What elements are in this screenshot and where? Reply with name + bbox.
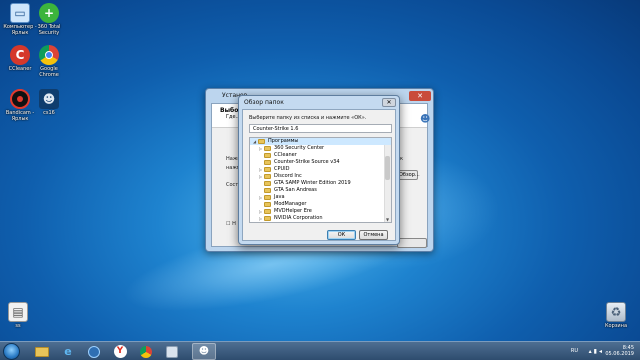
folder-icon: [264, 188, 271, 193]
tree-item[interactable]: Counter-Strike Source v34: [250, 159, 391, 166]
tree-item[interactable]: ▷ 360 Security Center: [250, 145, 391, 152]
tree-item-label: Counter-Strike Source v34: [274, 159, 340, 165]
folder-icon: [264, 209, 271, 214]
file-icon: ▤: [8, 302, 28, 322]
folder-icon: [264, 153, 271, 158]
tree-item[interactable]: ▷ NVIDIA Corporation: [250, 215, 391, 222]
installer-next-button[interactable]: [397, 238, 427, 248]
tree-item-label: CPUID: [274, 166, 290, 172]
dialog-prompt: Выберите папку из списка и нажмите «ОК».: [249, 115, 367, 121]
dialog-title: Обзор папок: [244, 99, 284, 106]
desktop-icon-360[interactable]: + 360 Total Security: [31, 3, 67, 36]
dialog-body: Выберите папку из списка и нажмите «ОК».…: [242, 109, 396, 241]
tree-item[interactable]: ▷ Java: [250, 194, 391, 201]
tree-item[interactable]: OBS Studio: [250, 222, 391, 223]
folder-icon: [264, 181, 271, 186]
tree-item-label: GTA San Andreas: [274, 187, 317, 193]
tree-item[interactable]: GTA SAMP Winter Edition 2019: [250, 180, 391, 187]
cs-logo-icon: ☻: [420, 114, 431, 125]
tree-item-label: OBS Studio: [274, 222, 302, 223]
tree-item[interactable]: ▷ CPUID: [250, 166, 391, 173]
taskbar-folder-icon[interactable]: [160, 343, 184, 360]
cs16-icon: ☻: [39, 89, 59, 109]
taskbar: e Y ☻ RU ▴▮◂ 8:45 05.06.2019: [0, 341, 640, 360]
360-security-icon: +: [39, 3, 59, 23]
tree-item[interactable]: ModManager: [250, 201, 391, 208]
folder-icon: [264, 216, 271, 221]
chrome-icon: [39, 45, 59, 65]
tree-item-label: CCleaner: [274, 152, 297, 158]
tree-item[interactable]: ▷ Discord Inc: [250, 173, 391, 180]
installer-checkbox[interactable]: ☐ Н: [226, 221, 236, 227]
desktop-icon-chrome[interactable]: Google Chrome: [31, 45, 67, 78]
taskbar-yandex-icon[interactable]: Y: [108, 343, 132, 360]
tree-item-label: Программы: [268, 138, 299, 144]
taskbar-chrome-icon[interactable]: [134, 343, 158, 360]
language-indicator[interactable]: RU: [571, 348, 578, 354]
installer-close-button[interactable]: ✕: [409, 91, 431, 101]
folder-icon: [264, 195, 271, 200]
tray-icons[interactable]: ▴▮◂: [589, 348, 604, 355]
tree-expand-icon[interactable]: ◢: [252, 138, 257, 145]
tree-item-label: 360 Security Center: [274, 145, 325, 151]
installer-browse-button[interactable]: Обзор...: [398, 170, 420, 180]
folder-icon: [264, 174, 271, 179]
tree-item[interactable]: CCleaner: [250, 152, 391, 159]
desktop-icon-recycle-bin[interactable]: ♻ Корзина: [598, 302, 634, 329]
folder-icon: [258, 139, 265, 144]
computer-icon: ▭: [10, 3, 30, 23]
tree-item[interactable]: GTA San Andreas: [250, 187, 391, 194]
tree-item-label: Java: [274, 194, 285, 200]
taskbar-cs16-icon[interactable]: ☻: [192, 343, 216, 360]
tree-expand-icon[interactable]: ▷: [258, 173, 263, 180]
tree-item-label: NVIDIA Corporation: [274, 215, 323, 221]
bandicam-icon: [10, 89, 30, 109]
installer-text-3: Сост: [226, 182, 239, 188]
tree-expand-icon[interactable]: ▷: [258, 166, 263, 173]
clock[interactable]: 8:45 05.06.2019: [605, 345, 634, 357]
folder-icon: [264, 160, 271, 165]
taskbar-explorer-icon[interactable]: [30, 343, 54, 360]
tree-expand-icon[interactable]: ▷: [258, 215, 263, 222]
installer-text-4: к: [400, 156, 404, 162]
start-button[interactable]: [3, 343, 20, 360]
folder-icon: [264, 146, 271, 151]
tree-item[interactable]: ▷ MVDHelper Ere: [250, 208, 391, 215]
desktop-icon-ss[interactable]: ▤ ss: [0, 302, 36, 329]
tree-item-label: MVDHelper Ere: [274, 208, 312, 214]
browse-folder-dialog[interactable]: Обзор папок ✕ Выберите папку из списка и…: [238, 95, 400, 245]
tree-item[interactable]: ◢ Программы: [250, 138, 391, 145]
tree-item-label: ModManager: [274, 201, 307, 207]
folder-icon: [264, 167, 271, 172]
tree-expand-icon[interactable]: ▷: [258, 194, 263, 201]
taskbar-media-icon[interactable]: [82, 343, 106, 360]
taskbar-ie-icon[interactable]: e: [56, 343, 80, 360]
tree-expand-icon[interactable]: ▷: [258, 145, 263, 152]
dialog-close-button[interactable]: ✕: [382, 98, 396, 107]
folder-path-field[interactable]: Counter-Strike 1.6: [249, 124, 392, 133]
cancel-button[interactable]: Отмена: [359, 230, 388, 240]
ok-button[interactable]: ОК: [327, 230, 356, 240]
tree-expand-icon[interactable]: ▷: [258, 208, 263, 215]
tree-item-label: GTA SAMP Winter Edition 2019: [274, 180, 351, 186]
folder-tree[interactable]: ▲ ▼ ◢Программы▷360 Security CenterCClean…: [249, 137, 392, 223]
tree-item-label: Discord Inc: [274, 173, 302, 179]
desktop-icon-cs16[interactable]: ☻ cs16: [31, 89, 67, 116]
folder-icon: [264, 202, 271, 207]
recycle-bin-icon: ♻: [606, 302, 626, 322]
ccleaner-icon: C: [10, 45, 30, 65]
